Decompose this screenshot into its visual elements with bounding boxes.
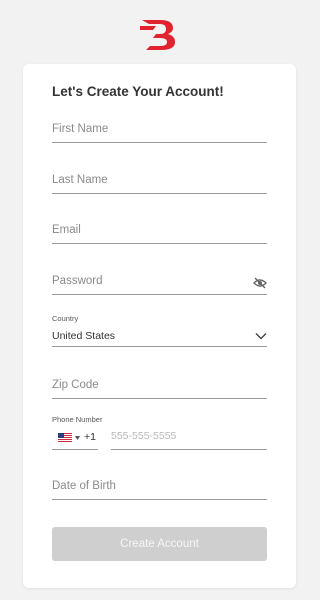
create-account-button[interactable]: Create Account	[52, 527, 267, 561]
chevron-down-icon[interactable]	[255, 332, 267, 340]
email-field[interactable]: Email	[52, 222, 267, 244]
caret-down-icon	[75, 436, 80, 440]
brand-logo	[0, 14, 319, 54]
phone-country-select[interactable]: +1	[52, 426, 98, 450]
password-placeholder: Password	[52, 275, 103, 287]
email-placeholder: Email	[52, 224, 81, 236]
us-flag-icon	[58, 433, 72, 442]
password-field[interactable]: Password	[52, 273, 267, 295]
form-title: Let's Create Your Account!	[52, 84, 224, 99]
dial-code: +1	[84, 431, 96, 443]
eye-slash-icon[interactable]	[253, 277, 267, 289]
first-name-field[interactable]: First Name	[52, 121, 267, 143]
first-name-placeholder: First Name	[52, 123, 109, 135]
phone-number-label: Phone Number	[52, 415, 103, 424]
b-brand-logo-icon	[139, 20, 175, 50]
zip-code-placeholder: Zip Code	[52, 379, 99, 391]
signup-card: Let's Create Your Account! First Name La…	[23, 64, 296, 588]
date-of-birth-field[interactable]: Date of Birth	[52, 478, 267, 500]
phone-number-placeholder: 555-555-5555	[111, 430, 177, 442]
zip-code-field[interactable]: Zip Code	[52, 377, 267, 399]
country-select[interactable]: Country United States	[52, 314, 267, 347]
phone-number-input[interactable]: 555-555-5555	[111, 426, 267, 450]
last-name-placeholder: Last Name	[52, 174, 108, 186]
date-of-birth-placeholder: Date of Birth	[52, 480, 116, 492]
country-label: Country	[52, 314, 79, 323]
last-name-field[interactable]: Last Name	[52, 172, 267, 194]
country-value: United States	[52, 330, 116, 342]
